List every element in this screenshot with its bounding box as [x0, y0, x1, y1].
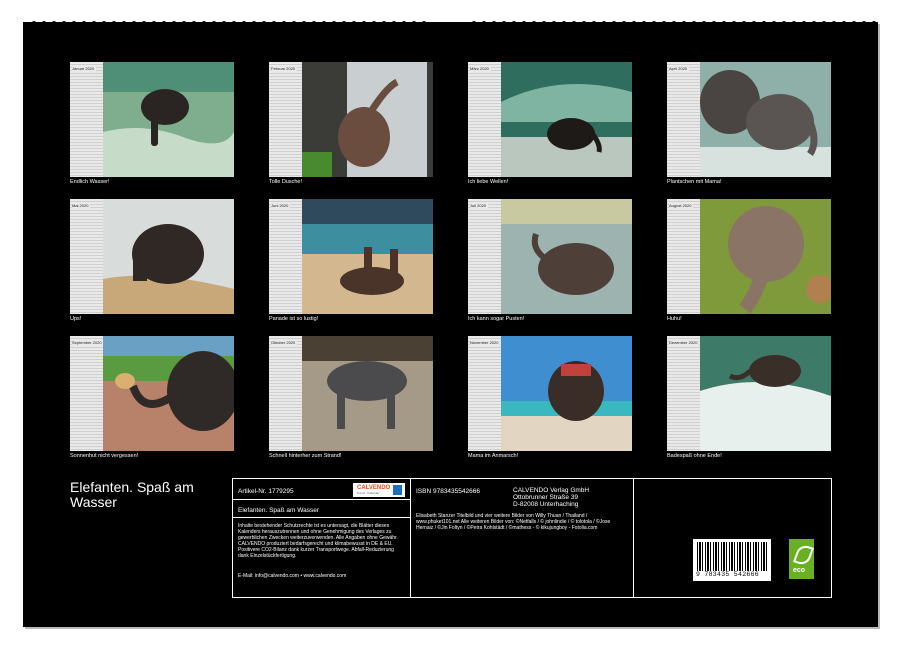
- month-caption: Huhu!: [667, 316, 682, 322]
- calendar-grid: [70, 336, 103, 451]
- elephant-photo: [700, 62, 831, 177]
- month-caption: Sonnenhut nicht vergessen!: [70, 453, 139, 459]
- logo-mark-icon: [393, 485, 402, 495]
- elephant-photo: [700, 336, 831, 451]
- month-name: September 2020: [72, 340, 104, 345]
- month-name: Oktober 2020: [271, 340, 298, 345]
- publisher-line-2: Ottobrunner Straße 39: [513, 494, 579, 501]
- month-caption: Ups!: [70, 316, 82, 322]
- elephant-photo: [103, 62, 234, 177]
- month-name: Februar 2020: [271, 66, 298, 71]
- month-caption: Badespaß ohne Ende!: [667, 453, 722, 459]
- month-name: Juni 2020: [271, 203, 291, 208]
- calendar-grid: [667, 62, 700, 177]
- month-preview-january: Januar 2020: [70, 62, 234, 177]
- isbn: ISBN 9783435542666: [416, 488, 480, 495]
- calendar-grid: [667, 199, 700, 314]
- elephant-photo: [501, 62, 632, 177]
- divider: [410, 479, 411, 597]
- elephant-photo: [103, 336, 234, 451]
- month-preview-may: Mai 2020: [70, 199, 234, 314]
- month-name: November 2020: [470, 340, 501, 345]
- month-caption: Ich kann sogar Pusten!: [468, 316, 525, 322]
- barcode-number: 9 783435 542666: [696, 571, 760, 578]
- month-name: März 2020: [470, 66, 491, 71]
- month-preview-february: Februar 2020: [269, 62, 433, 177]
- calendar-grid: [70, 199, 103, 314]
- logo-subtitle: Kunst · Kalender: [357, 491, 380, 495]
- publisher-line-1: CALVENDO Verlag GmbH: [513, 487, 590, 494]
- divider: [233, 517, 410, 518]
- month-caption: Tolle Dusche!: [269, 179, 303, 185]
- calendar-grid: [269, 199, 302, 314]
- elephant-photo: [501, 336, 632, 451]
- month-name: Januar 2020: [72, 66, 97, 71]
- month-preview-december: Dezember 2020: [667, 336, 831, 451]
- month-preview-august: August 2020: [667, 199, 831, 314]
- calendar-grid: [70, 62, 103, 177]
- elephant-photo: [302, 336, 433, 451]
- month-preview-october: Oktober 2020: [269, 336, 433, 451]
- divider: [633, 479, 634, 597]
- month-preview-september: September 2020: [70, 336, 234, 451]
- month-name: April 2020: [669, 66, 690, 71]
- month-preview-april: April 2020: [667, 62, 831, 177]
- divider: [233, 499, 410, 500]
- month-caption: Endlich Wasser!: [70, 179, 110, 185]
- elephant-photo: [501, 199, 632, 314]
- month-name: August 2020: [669, 203, 694, 208]
- calendar-grid: [468, 62, 501, 177]
- calendar-grid: [468, 336, 501, 451]
- month-preview-november: November 2020: [468, 336, 632, 451]
- calendar-title: Elefanten. Spaß am Wasser: [70, 479, 194, 510]
- calendar-grid: [468, 199, 501, 314]
- info-title: Elefanten. Spaß am Wasser: [238, 507, 320, 514]
- calendar-grid: [269, 336, 302, 451]
- month-caption: Schnell hinterher zum Strand!: [269, 453, 342, 459]
- month-caption: Panade ist so lustig!: [269, 316, 319, 322]
- legal-notice: Inhalte bestehender Schutzrechte ist es …: [238, 523, 398, 559]
- calvendo-logo: CALVENDO Kunst · Kalender: [353, 483, 405, 497]
- article-number: Artikel-Nr. 1779295: [238, 488, 294, 495]
- info-box: Artikel-Nr. 1779295 CALVENDO Kunst · Kal…: [232, 478, 832, 598]
- calendar-grid: [269, 62, 302, 177]
- elephant-photo: [700, 199, 831, 314]
- month-preview-march: März 2020: [468, 62, 632, 177]
- month-preview-july: Juli 2020: [468, 199, 632, 314]
- elephant-photo: [302, 199, 433, 314]
- eco-label: eco: [793, 567, 806, 574]
- month-name: Dezember 2020: [669, 340, 700, 345]
- month-preview-june: Juni 2020: [269, 199, 433, 314]
- barcode-bars: [697, 542, 767, 571]
- leaf-icon: [793, 543, 814, 567]
- elephant-photo: [302, 62, 433, 177]
- elephant-photo: [103, 199, 234, 314]
- calendar-grid: [667, 336, 700, 451]
- month-caption: Plantschen mit Mama!: [667, 179, 722, 185]
- month-caption: Ich liebe Wellen!: [468, 179, 509, 185]
- month-name: Juli 2020: [470, 203, 489, 208]
- contact-info: E-Mail: info@calvendo.com • www.calvendo…: [238, 573, 347, 579]
- barcode: 9 783435 542666: [693, 539, 771, 581]
- month-caption: Mama im Anmarsch!: [468, 453, 519, 459]
- publisher-line-3: D-82008 Unterhaching: [513, 501, 579, 508]
- photo-credits: Elisabeth Stanzer Titelbild und vier wei…: [416, 513, 611, 531]
- month-name: Mai 2020: [72, 203, 91, 208]
- eco-badge: eco: [789, 539, 814, 579]
